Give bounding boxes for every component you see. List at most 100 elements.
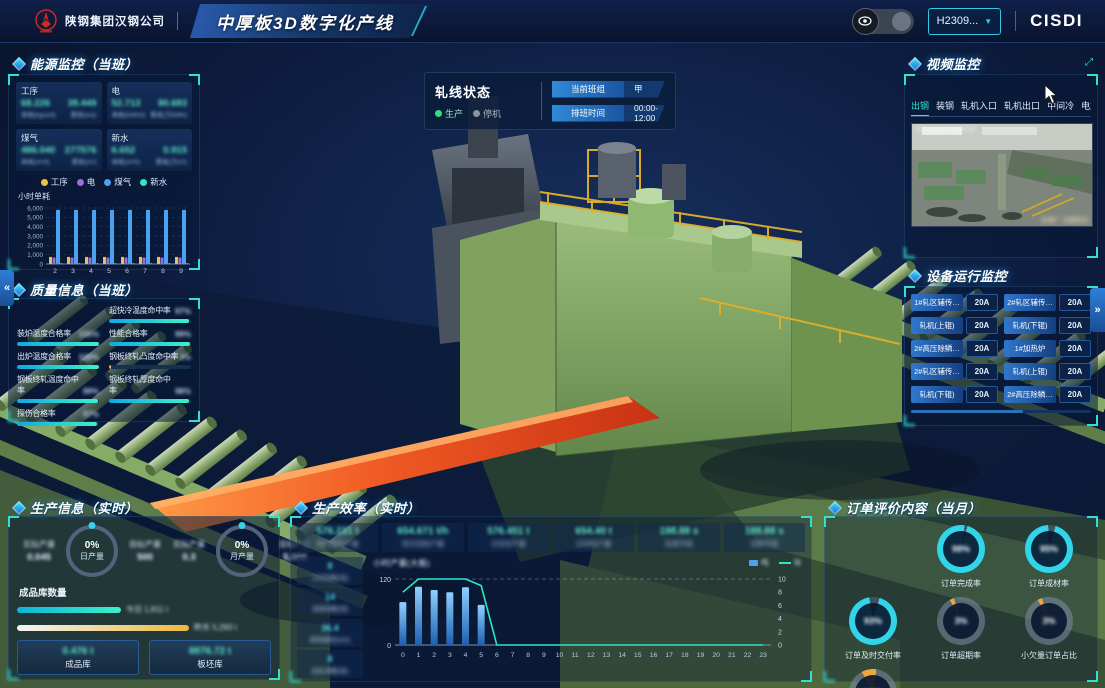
- stat-label: 日实际产量: [472, 539, 545, 549]
- line-status-title: 轧线状态: [435, 82, 531, 101]
- page-title-banner: 中厚板3D数字化产线: [190, 4, 432, 38]
- equipment-value: 20A: [966, 363, 998, 380]
- order-ring-hole: 10%: [855, 675, 891, 688]
- svg-text:10: 10: [556, 652, 564, 659]
- quality-progress-fill: [17, 399, 98, 403]
- company-logo: 陕钢集团汉钢公司: [34, 9, 165, 33]
- visibility-toggle[interactable]: [852, 9, 914, 34]
- svg-text:3: 3: [448, 652, 452, 659]
- energy-card-value: 52.713: [112, 98, 141, 109]
- equipment-value: 20A: [1059, 386, 1091, 403]
- right-collapse-tab[interactable]: »: [1090, 288, 1105, 332]
- svg-text:22: 22: [744, 652, 752, 659]
- svg-text:4: 4: [778, 616, 782, 623]
- video-tab-轧机入口[interactable]: 轧机入口: [961, 99, 997, 112]
- energy-card-工序: 工序68.22639.449单耗(kgce/t)累耗(tce): [16, 82, 102, 124]
- equipment-name-badge[interactable]: 2#轧区辅传…: [1004, 294, 1056, 311]
- energy-panel-title: 能源监控（当班）: [14, 54, 138, 73]
- order-gauge: 98%订单完成率: [917, 525, 1005, 589]
- equipment-name-badge[interactable]: 2#高压除鳞…: [1004, 386, 1056, 403]
- inventory-bar-label: 昨天 5,293 t: [194, 622, 237, 633]
- equipment-name-badge[interactable]: 2#高压除鳞…: [911, 340, 963, 357]
- svg-text:2: 2: [778, 629, 782, 636]
- order-ring: 10%: [849, 669, 897, 688]
- quality-progress-fill: [109, 319, 189, 323]
- equipment-value: 20A: [1059, 340, 1091, 357]
- quality-item: 性能合格率99%: [109, 328, 191, 346]
- energy-card-unit: 累耗(万m³): [156, 156, 187, 166]
- video-tab-出钢[interactable]: 出钢: [911, 99, 929, 112]
- cisdi-brand-logo: CISDI: [1030, 11, 1083, 31]
- cctv-thumbnail[interactable]: 2023-09-12 10:28:46 轧钢厂-出钢机位: [911, 123, 1093, 227]
- side-stat-value: 8: [327, 561, 332, 571]
- order-ring-value: 93%: [864, 616, 882, 626]
- equipment-cell: 轧机(下辊)20A: [911, 386, 998, 403]
- efficiency-stat: 576.451 t日实际产量: [468, 523, 549, 552]
- quality-progress-fill: [17, 422, 97, 426]
- badge-value: 00:00-12:00: [624, 105, 665, 122]
- svg-text:3,000: 3,000: [27, 233, 43, 240]
- legend-label: 煤气: [114, 176, 131, 188]
- energy-card-unit: 累耗(万kWh): [150, 109, 187, 119]
- energy-legend-item: 工序: [41, 176, 68, 188]
- quality-value: 98%: [175, 387, 191, 396]
- equipment-scrollbar[interactable]: [911, 410, 1091, 413]
- equipment-panel-title: 设备运行监控: [910, 266, 1007, 285]
- gauge-left-label: 实际产量: [173, 539, 205, 550]
- quality-info-panel: 超快冷温度命中率97%装炉温度合格率100%性能合格率99%出炉温度合格率100…: [8, 298, 200, 422]
- line-status-legend-item: 停机: [473, 107, 501, 120]
- stat-value: 576.231 t: [301, 526, 374, 537]
- equipment-name-badge[interactable]: 轧机(上辊): [911, 317, 963, 334]
- equipment-name-badge[interactable]: 1#加热炉: [1004, 340, 1056, 357]
- equipment-cell: 轧机(上辊)20A: [1004, 363, 1091, 380]
- order-ring: 3%: [937, 597, 985, 645]
- hourly-chart-legend: 吨 块: [749, 557, 801, 568]
- svg-text:0: 0: [401, 652, 405, 659]
- line-selector-dropdown[interactable]: H2309... ▼: [928, 8, 1002, 35]
- toggle-knob[interactable]: [892, 12, 911, 31]
- order-gauge-label: 订单超期率: [941, 650, 981, 661]
- equipment-name-badge[interactable]: 1#轧区辅传…: [911, 294, 963, 311]
- quality-value: 3%: [179, 353, 191, 362]
- quality-label: 钢板终轧厚度命中率: [109, 374, 175, 396]
- inventory-bar-label: 今日 1,811 t: [126, 604, 168, 615]
- energy-card-name: 新水: [112, 132, 188, 144]
- stat-label: 轧制节奏: [642, 539, 715, 549]
- gauge-right-value: 500: [137, 552, 153, 563]
- header-divider: [177, 12, 178, 30]
- left-collapse-tab[interactable]: «: [0, 270, 14, 306]
- equipment-value: 20A: [1059, 363, 1091, 380]
- quality-progress-track: [109, 365, 191, 369]
- equipment-name-badge[interactable]: 轧机(下辊): [911, 386, 963, 403]
- rolling-line-status-panel: 轧线状态 生产停机 当前班组 甲 排班时间 00:00-12:00: [424, 72, 676, 130]
- line-status-legend: 生产停机: [435, 107, 531, 120]
- equipment-name-badge[interactable]: 轧机(上辊): [1004, 363, 1056, 380]
- equipment-name-badge[interactable]: 2#轧区辅传…: [911, 363, 963, 380]
- order-ring-hole: 95%: [1031, 531, 1067, 567]
- production-info-panel: 实际产量0.0450%日产量目标产量500实际产量0.30%月产量目标产量5,0…: [8, 516, 280, 680]
- energy-card-name: 工序: [21, 85, 97, 97]
- order-ring: 95%: [1025, 525, 1073, 573]
- energy-legend-item: 新水: [140, 176, 167, 188]
- gauge-left-value: 0.3: [182, 552, 195, 563]
- badge-key: 当前班组: [552, 81, 624, 98]
- expand-icon[interactable]: ⤢: [1085, 57, 1093, 68]
- energy-chart-legend: 工序电煤气新水: [16, 176, 192, 188]
- order-ring: 3%: [1025, 597, 1073, 645]
- video-tab-轧机出口[interactable]: 轧机出口: [1004, 99, 1040, 112]
- energy-card-value: 6.652: [112, 145, 136, 156]
- equipment-name-badge[interactable]: 轧机(下辊): [1004, 317, 1056, 334]
- energy-card-电: 电52.71380.683单耗(kWh/t)累耗(万kWh): [107, 82, 193, 124]
- video-tab-装钢[interactable]: 装钢: [936, 99, 954, 112]
- video-tab-电加热[interactable]: 电加热: [1081, 99, 1091, 112]
- stat-label: 班次目标产量: [386, 539, 459, 549]
- efficiency-stats-row: 576.231 t班次实际产量654.671 t/h班次目标产量576.451 …: [297, 523, 805, 552]
- svg-text:9: 9: [179, 268, 183, 275]
- energy-card-value: 277576: [65, 145, 97, 156]
- scrollbar-thumb[interactable]: [911, 410, 1023, 413]
- equipment-cell: 1#轧区辅传…20A: [911, 294, 998, 311]
- warehouse-label: 板坯库: [197, 658, 223, 670]
- stat-value: 198.88 s: [642, 526, 715, 537]
- warehouse-value: 0.476 t: [62, 646, 93, 657]
- legend-label: 新水: [150, 176, 167, 188]
